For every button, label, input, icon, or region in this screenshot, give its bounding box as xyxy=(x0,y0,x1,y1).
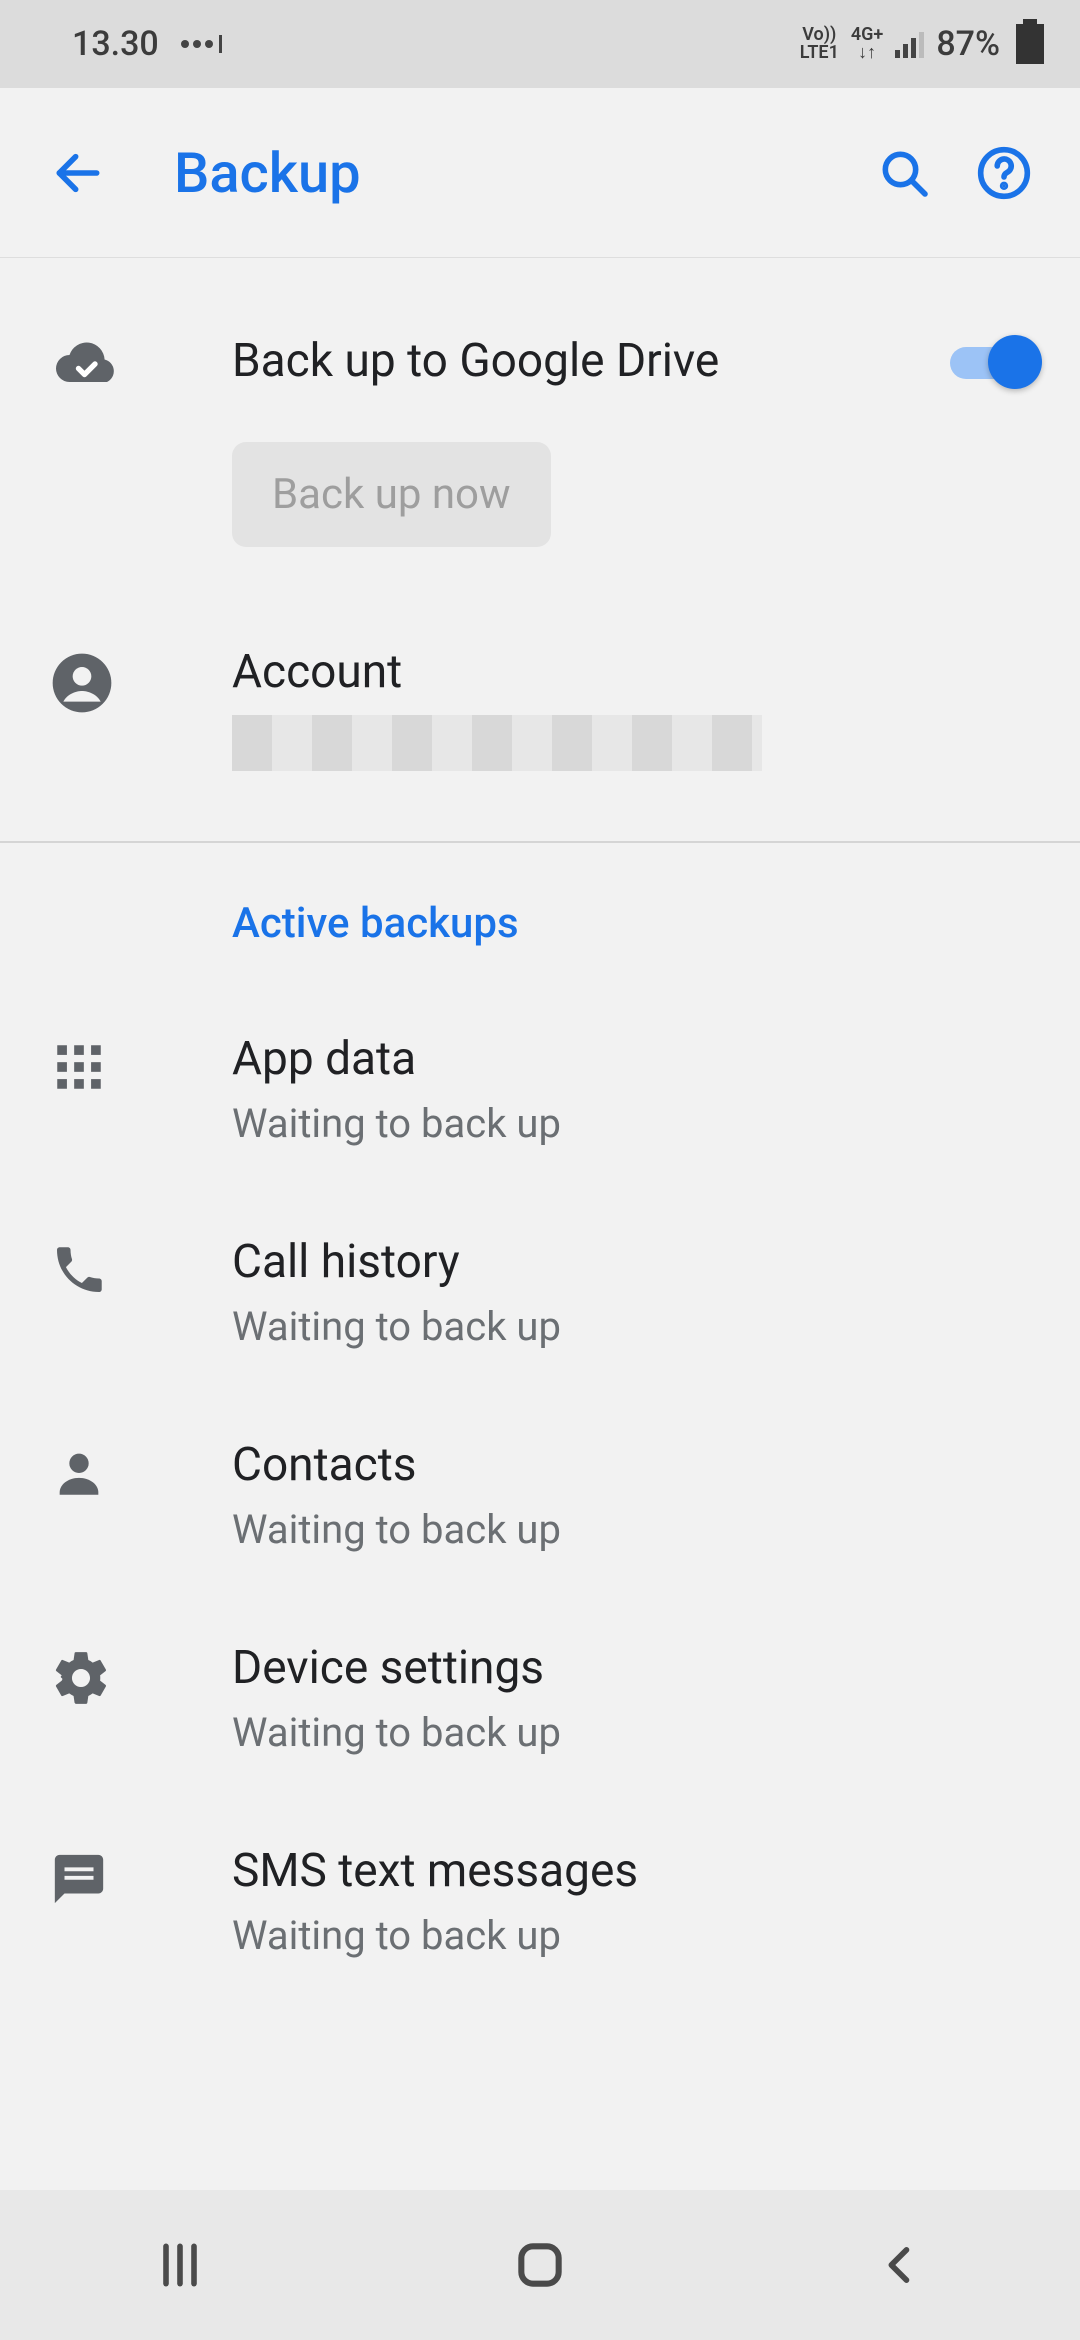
backup-item-sub: Waiting to back up xyxy=(232,1303,1044,1350)
status-time: 13.30 xyxy=(72,24,159,64)
backup-toggle-switch[interactable] xyxy=(950,337,1036,385)
help-icon xyxy=(976,145,1032,201)
chevron-left-icon xyxy=(874,2239,926,2291)
notification-dots-icon xyxy=(181,35,222,53)
backup-toggle-row[interactable]: Back up to Google Drive xyxy=(0,258,1080,418)
account-circle-icon xyxy=(50,651,114,715)
phone-icon xyxy=(50,1241,108,1299)
backup-item-call-history[interactable]: Call history Waiting to back up xyxy=(0,1191,1080,1394)
backup-item-device-settings[interactable]: Device settings Waiting to back up xyxy=(0,1597,1080,1800)
backup-item-sms[interactable]: SMS text messages Waiting to back up xyxy=(0,1800,1080,2019)
status-bar: 13.30 Vo)) LTE1 4G+ ↓↑ 87% xyxy=(0,0,1080,88)
nav-back-button[interactable] xyxy=(800,2239,1000,2291)
signal-icon xyxy=(895,30,924,58)
help-button[interactable] xyxy=(976,145,1032,201)
account-row[interactable]: Account xyxy=(0,587,1080,841)
person-icon xyxy=(50,1444,108,1502)
backup-item-sub: Waiting to back up xyxy=(232,1100,1044,1147)
battery-percent: 87% xyxy=(936,24,1000,64)
message-icon xyxy=(50,1850,108,1908)
backup-item-title: Call history xyxy=(232,1235,1044,1289)
arrow-left-icon xyxy=(50,145,106,201)
status-right: Vo)) LTE1 4G+ ↓↑ 87% xyxy=(800,24,1044,64)
content: Back up to Google Drive Back up now Acco… xyxy=(0,258,1080,2019)
battery-icon xyxy=(1016,24,1044,64)
gear-icon xyxy=(50,1647,112,1709)
apps-grid-icon xyxy=(50,1038,108,1096)
search-icon xyxy=(876,145,932,201)
backup-item-sub: Waiting to back up xyxy=(232,1506,1044,1553)
backup-item-app-data[interactable]: App data Waiting to back up xyxy=(0,988,1080,1191)
back-button[interactable] xyxy=(36,145,120,201)
account-label: Account xyxy=(232,645,1044,699)
backup-item-sub: Waiting to back up xyxy=(232,1912,1044,1959)
app-bar: Backup xyxy=(0,88,1080,258)
backup-item-title: App data xyxy=(232,1032,1044,1086)
home-button[interactable] xyxy=(440,2237,640,2293)
backup-item-contacts[interactable]: Contacts Waiting to back up xyxy=(0,1394,1080,1597)
backup-item-title: Device settings xyxy=(232,1641,1044,1695)
active-backups-header: Active backups xyxy=(0,843,1080,988)
backup-toggle-label: Back up to Google Drive xyxy=(232,334,950,388)
backup-item-title: Contacts xyxy=(232,1438,1044,1492)
backup-item-sub: Waiting to back up xyxy=(232,1709,1044,1756)
volte-icon: Vo)) LTE1 xyxy=(800,26,839,62)
home-icon xyxy=(512,2237,568,2293)
backup-item-title: SMS text messages xyxy=(232,1844,1044,1898)
cloud-check-icon xyxy=(50,328,122,400)
recents-icon xyxy=(152,2237,208,2293)
status-left: 13.30 xyxy=(72,24,222,64)
backup-now-button[interactable]: Back up now xyxy=(232,442,551,547)
data-icon: 4G+ ↓↑ xyxy=(851,26,883,62)
account-value-redacted xyxy=(232,715,762,771)
search-button[interactable] xyxy=(876,145,932,201)
page-title: Backup xyxy=(174,140,876,206)
system-nav-bar xyxy=(0,2190,1080,2340)
recents-button[interactable] xyxy=(80,2237,280,2293)
